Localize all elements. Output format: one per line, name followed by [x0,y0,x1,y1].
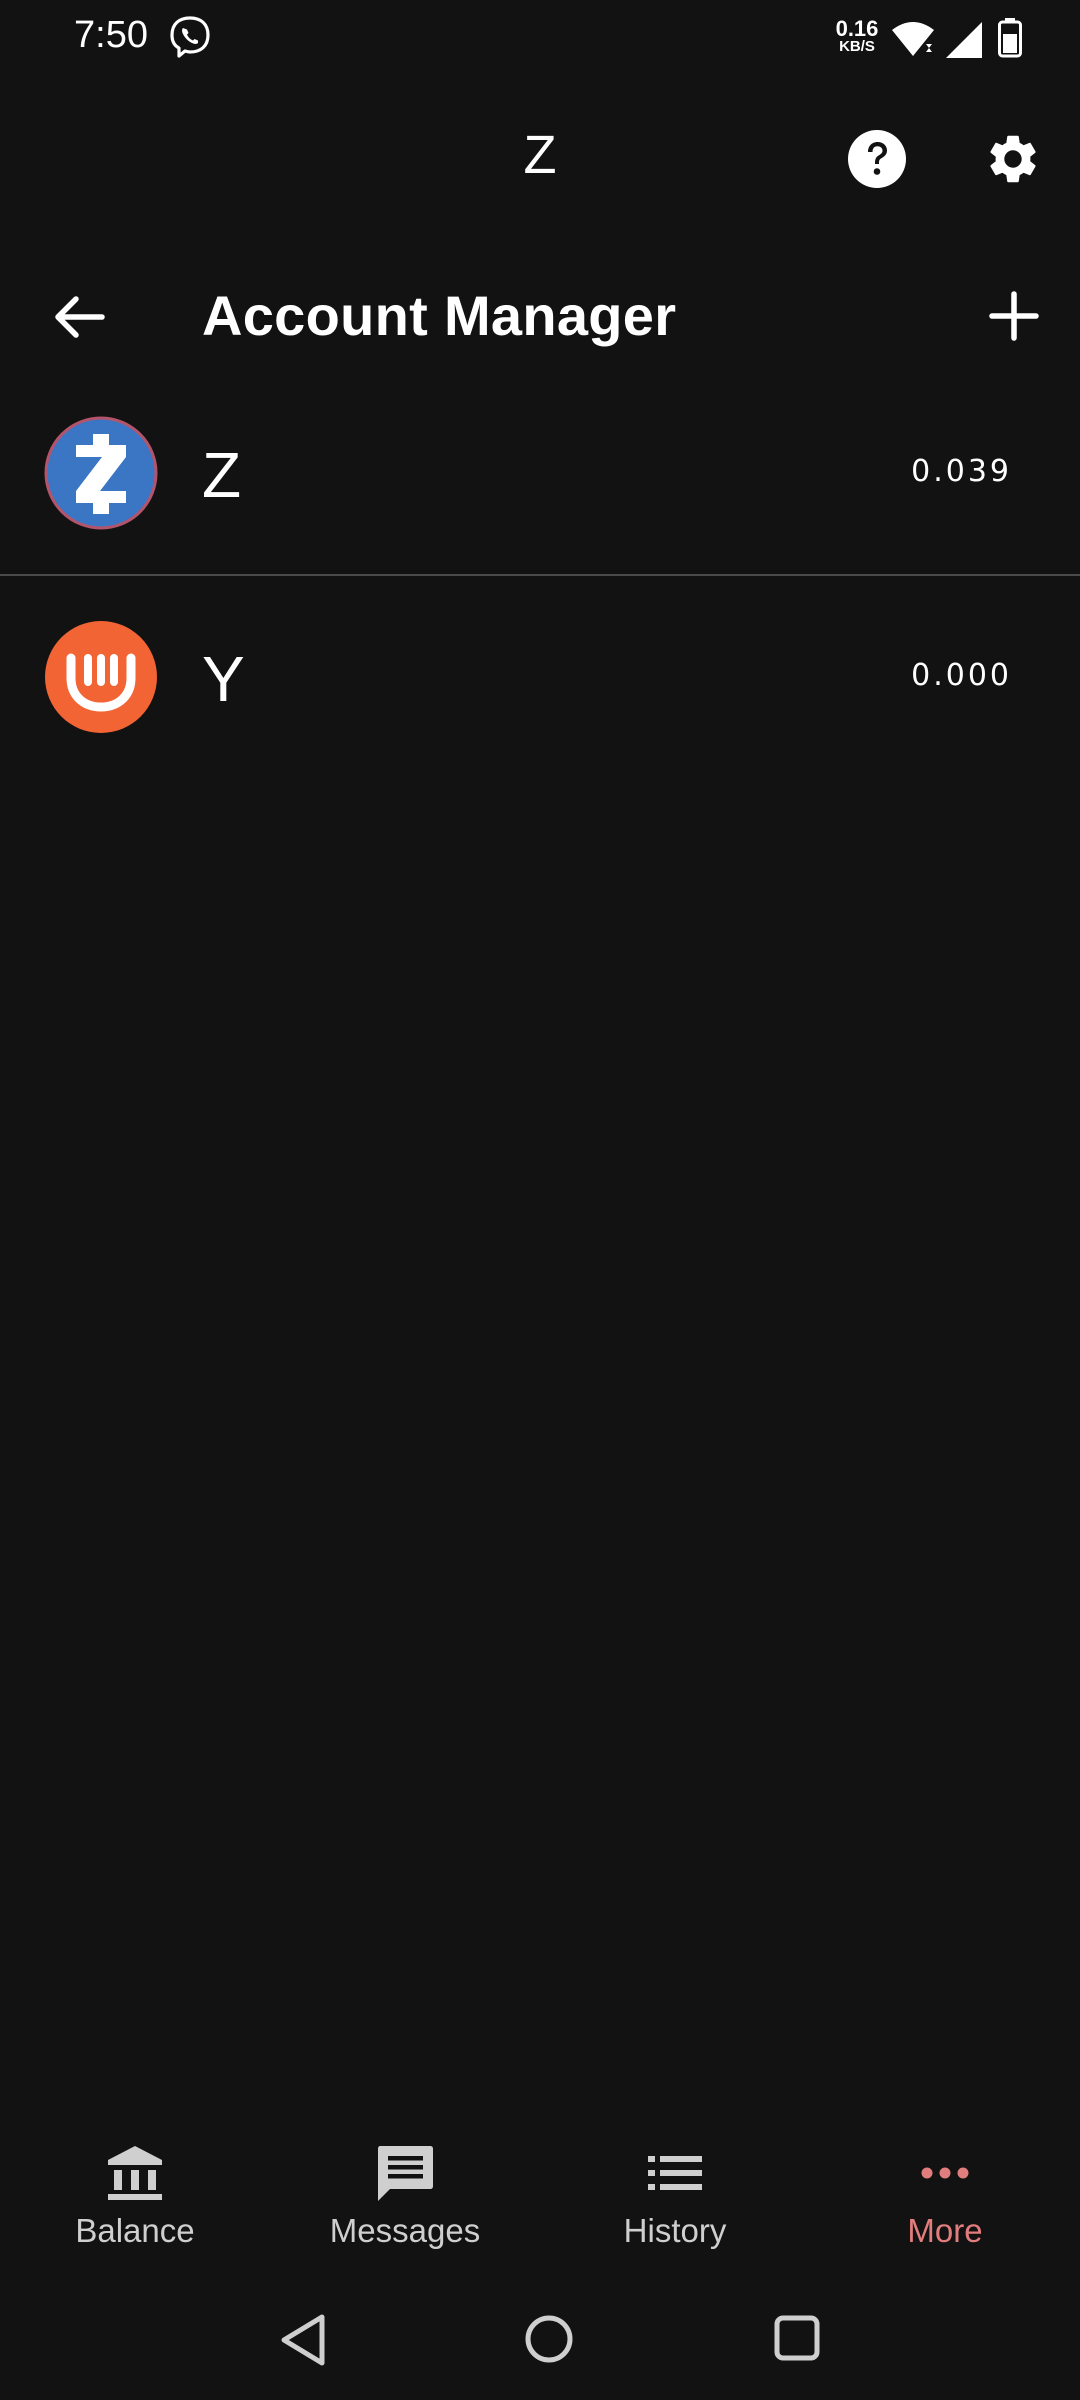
nav-balance[interactable]: Balance [15,2128,255,2268]
account-name: Y [202,643,245,715]
ycash-logo-icon [45,621,157,733]
nav-label: More [907,2212,983,2249]
status-time: 7:50 [74,14,148,56]
account-name: Z [202,439,242,511]
nav-more[interactable]: More [825,2128,1065,2268]
nav-history[interactable]: History [555,2128,795,2268]
list-icon [648,2156,702,2190]
system-home-icon[interactable] [523,2313,575,2365]
nav-messages[interactable]: Messages [285,2128,525,2268]
battery-icon [998,18,1022,58]
account-row-y[interactable]: Y 0.000 [0,576,1080,776]
nav-label: Balance [75,2212,195,2249]
viber-icon [170,16,210,58]
app-title: Z [523,125,557,185]
signal-icon [946,22,982,58]
status-bar: 7:50 0.16 KB/S [0,0,1080,80]
system-navigation-bar [0,2286,1080,2400]
zcash-logo-icon [44,416,158,530]
more-dots-icon [921,2167,969,2179]
account-row-z[interactable]: Z 0.039 [0,372,1080,572]
nav-label: Messages [329,2212,481,2249]
wifi-icon [892,22,934,56]
nav-label: History [623,2212,727,2249]
bank-icon [108,2146,162,2200]
message-icon [378,2146,433,2201]
page-title: Account Manager [202,284,677,347]
help-icon[interactable] [848,130,906,188]
account-balance: 0.039 [911,454,1012,489]
back-arrow-icon[interactable] [52,290,106,344]
bottom-navigation: Balance Messages History More [0,2128,1080,2268]
settings-icon[interactable] [984,130,1042,188]
system-recents-icon[interactable] [772,2313,822,2363]
network-speed-unit: KB/S [839,38,875,55]
system-back-icon[interactable] [278,2312,328,2368]
account-balance: 0.000 [911,658,1012,693]
network-speed: 0.16 KB/S [833,16,881,56]
network-speed-value: 0.16 [835,16,879,41]
plus-icon[interactable] [986,288,1042,344]
